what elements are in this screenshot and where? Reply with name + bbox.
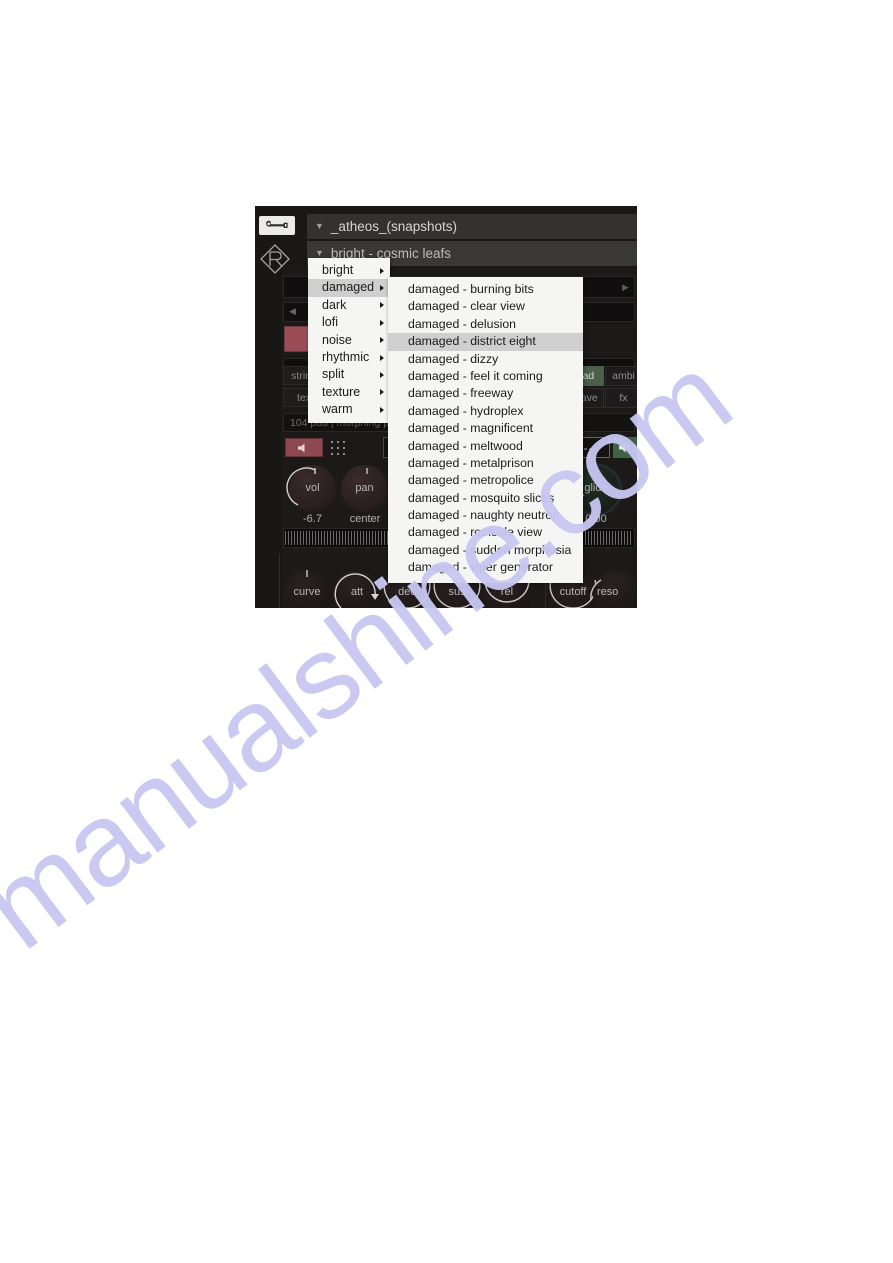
preset-item[interactable]: damaged - feel it coming	[388, 368, 583, 385]
preset-item[interactable]: damaged - clear view	[388, 298, 583, 315]
menu-item-label: noise	[322, 332, 352, 347]
sustain-knob-label: sus	[448, 586, 466, 598]
menu-item-label: damaged	[322, 280, 375, 295]
category-context-menu[interactable]: bright damaged dark lofi noise rhythmic …	[308, 258, 390, 423]
preset-submenu[interactable]: damaged - burning bits damaged - clear v…	[388, 277, 583, 583]
next-arrow-icon[interactable]: ▶	[622, 282, 629, 293]
menu-item-warm[interactable]: warm	[308, 401, 390, 418]
menu-item-label: bright	[322, 263, 354, 277]
submenu-arrow-icon	[380, 354, 384, 361]
speaker-out-glyph	[618, 442, 630, 453]
output-speaker-icon[interactable]	[613, 437, 637, 458]
resonance-knob-label: reso	[597, 586, 619, 598]
preset-item[interactable]: damaged - dizzy	[388, 351, 583, 368]
menu-item-texture[interactable]: texture	[308, 384, 390, 401]
menu-item-lofi[interactable]: lofi	[308, 314, 390, 331]
speaker-play-icon[interactable]	[285, 438, 323, 457]
preset-item[interactable]: damaged - sudden morphosia	[388, 542, 583, 559]
preset-item[interactable]: damaged - viper generator	[388, 559, 583, 576]
wrench-icon[interactable]	[259, 216, 295, 235]
dots-grid-glyph	[331, 441, 345, 455]
menu-item-dark[interactable]: dark	[308, 297, 390, 314]
wrench-glyph	[266, 220, 288, 228]
submenu-arrow-icon	[380, 302, 384, 309]
chevron-down-icon: ▼	[315, 221, 324, 231]
diamond-r-glyph	[260, 244, 290, 274]
preset-item[interactable]: damaged - meltwood	[388, 438, 583, 455]
page-watermark: manualshine.com	[0, 0, 893, 1263]
pan-knob-value: center	[349, 513, 381, 525]
menu-item-label: split	[322, 367, 345, 382]
menu-item-label: rhythmic	[322, 349, 370, 364]
release-knob-label: rel	[500, 586, 514, 598]
menu-item-bright[interactable]: bright	[308, 262, 390, 279]
chevron-down-icon: ▼	[315, 248, 324, 258]
menu-item-noise[interactable]: noise	[308, 332, 390, 349]
decay-knob-label: dec	[398, 586, 416, 598]
preset-item[interactable]: damaged - delusion	[388, 316, 583, 333]
prev-arrow-icon[interactable]: ◀	[289, 306, 296, 317]
pan-knob-ring	[366, 468, 368, 474]
submenu-arrow-icon	[380, 319, 384, 326]
submenu-arrow-icon	[380, 337, 384, 344]
preset-item[interactable]: damaged - mosquito slices	[388, 490, 583, 507]
tag-button-fx[interactable]: fx	[605, 388, 637, 408]
speaker-glyph	[298, 443, 305, 452]
tag-button-ambi[interactable]: ambi	[605, 366, 637, 386]
preset-item[interactable]: damaged - roofside view	[388, 524, 583, 541]
submenu-arrow-icon	[380, 267, 384, 274]
dots-grid-icon[interactable]	[327, 437, 349, 458]
diamond-r-logo-icon	[258, 242, 292, 276]
curve-knob-label: curve	[293, 586, 321, 598]
preset-item[interactable]: damaged - freeway	[388, 385, 583, 402]
volume-knob-ring	[286, 467, 316, 506]
submenu-arrow-icon	[380, 285, 384, 292]
submenu-arrow-icon	[380, 372, 384, 379]
preset-item[interactable]: damaged - naughty neutron	[388, 507, 583, 524]
menu-item-label: texture	[322, 384, 361, 399]
menu-item-damaged[interactable]: damaged	[308, 279, 390, 297]
preset-item[interactable]: damaged - magnificent	[388, 420, 583, 437]
menu-item-label: warm	[322, 402, 353, 417]
bank-title-text: _atheos_(snapshots)	[330, 219, 458, 234]
submenu-arrow-icon	[380, 389, 384, 396]
attack-knob-label: att	[350, 586, 364, 598]
preset-item[interactable]: damaged - metalprison	[388, 455, 583, 472]
preset-item[interactable]: damaged - burning bits	[388, 281, 583, 298]
preset-item[interactable]: damaged - metropolice	[388, 472, 583, 489]
menu-item-split[interactable]: split	[308, 366, 390, 383]
preset-item[interactable]: damaged - hydroplex	[388, 403, 583, 420]
bank-title-bar[interactable]: ▼ _atheos_(snapshots)	[307, 214, 637, 239]
volume-knob-value: -6.7	[303, 513, 322, 525]
submenu-arrow-icon	[380, 406, 384, 413]
menu-item-rhythmic[interactable]: rhythmic	[308, 349, 390, 366]
preset-item-selected[interactable]: damaged - district eight	[388, 333, 583, 351]
menu-item-label: dark	[322, 297, 347, 312]
menu-item-label: lofi	[322, 315, 338, 330]
